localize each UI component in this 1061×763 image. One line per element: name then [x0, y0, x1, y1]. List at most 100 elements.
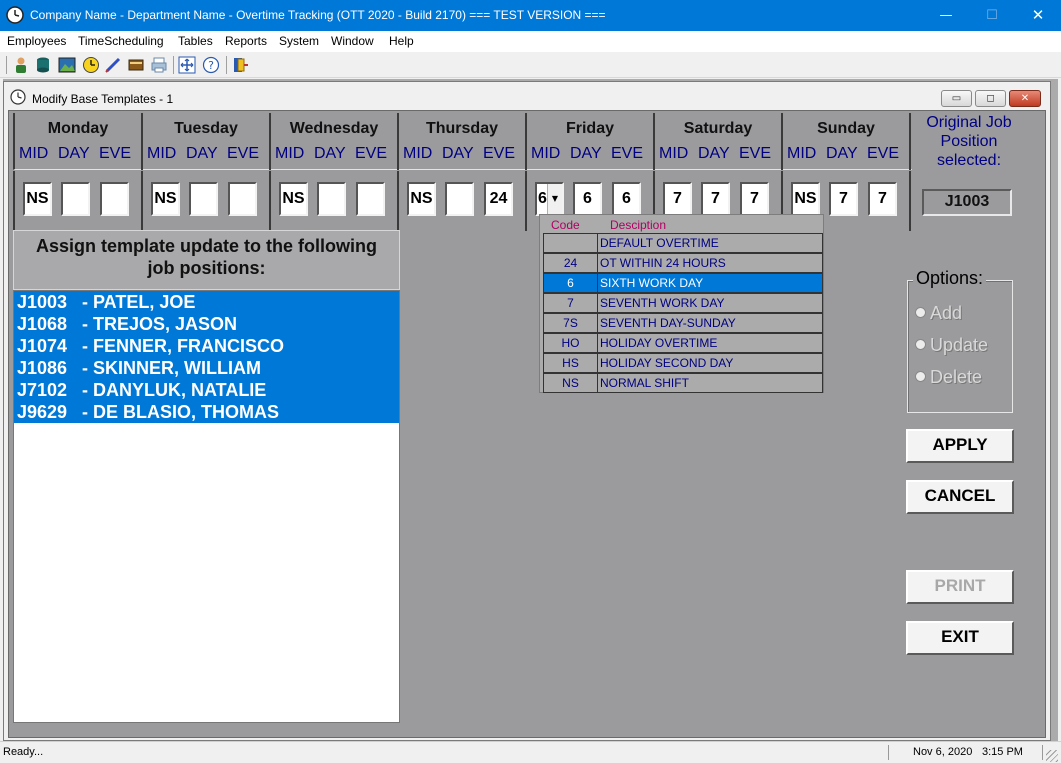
dropdown-arrow-icon[interactable]: ▼: [547, 184, 562, 214]
status-separator: [1042, 745, 1043, 760]
shift-label-mid: MID: [19, 145, 49, 162]
dropdown-option[interactable]: HS HOLIDAY SECOND DAY: [543, 353, 823, 373]
wednesday-eve-cell[interactable]: [356, 182, 385, 216]
option-description: HOLIDAY SECOND DAY: [597, 353, 823, 373]
modify-base-templates-window: Modify Base Templates - 1 ▭ ◻ ✕ Monday M…: [3, 81, 1051, 741]
shift-label-eve: EVE: [611, 145, 644, 162]
navigate-icon[interactable]: [178, 56, 196, 74]
cancel-button[interactable]: CANCEL: [906, 480, 1014, 514]
option-add-radio: Add: [915, 303, 962, 324]
pen-icon[interactable]: [104, 56, 122, 74]
resize-grip-icon[interactable]: [1046, 750, 1058, 762]
employee-icon[interactable]: [12, 56, 30, 74]
shift-label-mid: MID: [403, 145, 433, 162]
option-label: Delete: [930, 367, 983, 387]
exit-door-icon[interactable]: [231, 56, 249, 74]
dropdown-option[interactable]: HO HOLIDAY OVERTIME: [543, 333, 823, 353]
shift-label-mid: MID: [275, 145, 305, 162]
svg-text:?: ?: [208, 59, 214, 72]
radio-icon: [915, 371, 926, 382]
child-title-bar: Modify Base Templates - 1 ▭ ◻ ✕: [4, 82, 1050, 110]
option-description: HOLIDAY OVERTIME: [597, 333, 823, 353]
help-icon[interactable]: ?: [202, 56, 220, 74]
minimize-button[interactable]: —: [923, 0, 969, 31]
wednesday-day-cell[interactable]: [317, 182, 346, 216]
database-icon[interactable]: [34, 56, 52, 74]
shift-label-eve: EVE: [867, 145, 900, 162]
day-header-friday: Friday MID DAY EVE: [527, 113, 655, 170]
day-name: Friday: [565, 120, 614, 137]
monday-day-cell[interactable]: [61, 182, 90, 216]
job-name: - FENNER, FRANCISCO: [82, 336, 284, 356]
job-list-item[interactable]: J1086 - SKINNER, WILLIAM: [14, 357, 399, 379]
job-id: J1086: [17, 358, 68, 378]
day-header-thursday: Thursday MID DAY EVE: [399, 113, 527, 170]
monday-eve-cell[interactable]: [100, 182, 129, 216]
dropdown-option[interactable]: 7S SEVENTH DAY-SUNDAY: [543, 313, 823, 333]
sunday-day-cell[interactable]: 7: [829, 182, 858, 216]
dropdown-option[interactable]: NS NORMAL SHIFT: [543, 373, 823, 393]
friday-day-cell[interactable]: 6: [573, 182, 602, 216]
dropdown-option[interactable]: 24 OT WITHIN 24 HOURS: [543, 253, 823, 273]
tuesday-mid-cell[interactable]: NS: [151, 182, 180, 216]
thursday-mid-cell[interactable]: NS: [407, 182, 436, 216]
wednesday-mid-cell[interactable]: NS: [279, 182, 308, 216]
option-description: SEVENTH DAY-SUNDAY: [597, 313, 823, 333]
menu-tables[interactable]: Tables: [178, 34, 213, 48]
radio-icon: [915, 307, 926, 318]
thursday-day-cell[interactable]: [445, 182, 474, 216]
clock-icon[interactable]: [82, 56, 100, 74]
tuesday-cells: NS: [143, 171, 271, 231]
overtime-code-dropdown[interactable]: Code Desciption DEFAULT OVERTIME 24 OT WI…: [539, 214, 824, 393]
job-list-item[interactable]: J1003 - PATEL, JOE: [14, 291, 399, 313]
job-list-item[interactable]: J7102 - DANYLUK, NATALIE: [14, 379, 399, 401]
child-close-button[interactable]: ✕: [1009, 90, 1041, 107]
tuesday-eve-cell[interactable]: [228, 182, 257, 216]
print-icon[interactable]: [150, 56, 168, 74]
thursday-eve-cell[interactable]: 24: [484, 182, 513, 216]
menu-window[interactable]: Window: [331, 34, 374, 48]
friday-mid-dropdown[interactable]: 6 ▼: [535, 182, 564, 216]
status-separator: [888, 745, 889, 760]
job-positions-list[interactable]: J1003 - PATEL, JOE J1068 - TREJOS, JASON J…: [13, 290, 400, 723]
exit-button[interactable]: EXIT: [906, 621, 1014, 655]
close-button[interactable]: ✕: [1015, 0, 1061, 31]
day-header-wednesday: Wednesday MID DAY EVE: [271, 113, 399, 170]
job-list-item[interactable]: J1074 - FENNER, FRANCISCO: [14, 335, 399, 357]
menu-system[interactable]: System: [279, 34, 319, 48]
menu-employees[interactable]: Employees: [7, 34, 66, 48]
print-button: PRINT: [906, 570, 1014, 604]
dropdown-option[interactable]: 7 SEVENTH WORK DAY: [543, 293, 823, 313]
menu-help[interactable]: Help: [389, 34, 414, 48]
original-job-position-label: Original Job Position selected:: [913, 113, 1025, 170]
dropdown-option-selected[interactable]: 6 SIXTH WORK DAY: [543, 273, 823, 293]
sunday-mid-cell[interactable]: NS: [791, 182, 820, 216]
tuesday-day-cell[interactable]: [189, 182, 218, 216]
apply-button[interactable]: APPLY: [906, 429, 1014, 463]
child-restore-button[interactable]: ◻: [975, 90, 1006, 107]
book-icon[interactable]: [127, 56, 145, 74]
friday-mid-value: 6: [538, 190, 547, 207]
maximize-button[interactable]: ☐: [969, 0, 1015, 31]
toolbar: ?: [0, 52, 1061, 78]
option-description: SIXTH WORK DAY: [597, 273, 823, 293]
saturday-day-cell[interactable]: 7: [701, 182, 730, 216]
toolbar-separator: [173, 56, 174, 74]
job-list-item[interactable]: J9629 - DE BLASIO, THOMAS: [14, 401, 399, 423]
friday-eve-cell[interactable]: 6: [612, 182, 641, 216]
menu-timescheduling[interactable]: TimeScheduling: [78, 34, 164, 48]
picture-icon[interactable]: [58, 56, 76, 74]
thursday-cells: NS 24: [399, 171, 527, 231]
saturday-eve-cell[interactable]: 7: [740, 182, 769, 216]
saturday-mid-cell[interactable]: 7: [663, 182, 692, 216]
title-bar: Company Name - Department Name - Overtim…: [0, 0, 1061, 31]
child-minimize-button[interactable]: ▭: [941, 90, 972, 107]
option-code: 6: [543, 273, 598, 293]
menu-reports[interactable]: Reports: [225, 34, 267, 48]
dropdown-option[interactable]: DEFAULT OVERTIME: [543, 233, 823, 253]
option-code: [543, 233, 598, 253]
monday-mid-cell[interactable]: NS: [23, 182, 52, 216]
job-list-item[interactable]: J1068 - TREJOS, JASON: [14, 313, 399, 335]
description-column-header: Desciption: [610, 218, 667, 232]
sunday-eve-cell[interactable]: 7: [868, 182, 897, 216]
